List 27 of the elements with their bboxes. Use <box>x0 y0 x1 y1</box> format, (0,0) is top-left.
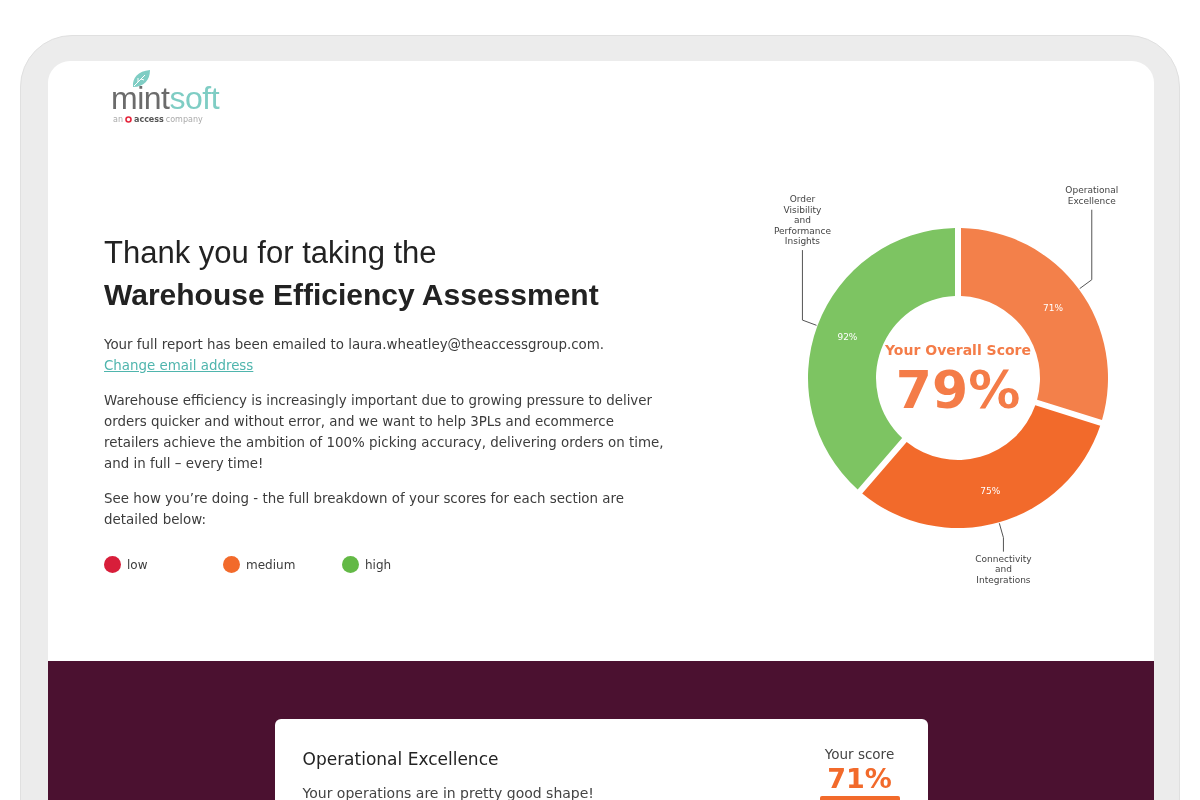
category-label: Connectivity and Integrations <box>975 553 1032 585</box>
tagline-text: company <box>165 115 203 124</box>
legend-label: low <box>127 557 148 572</box>
category-label: Order Visibility and Performance Insights <box>773 194 831 247</box>
email-notice: Your full report has been emailed to laura.wheatley@theaccessgroup.com. Change email address <box>104 336 606 375</box>
heading-title: Warehouse Efficiency Assessment <box>104 277 599 313</box>
leader-line <box>998 522 1004 553</box>
section-summary: Your operations are in pretty good shape! <box>302 784 594 800</box>
body-paragraph: Warehouse efficiency is increasingly important due to growing pressure to deliver orders quicker and without error, and we want to help 3PLs and ecommerce retailers achieve the ambition of 100% picking accuracy, delivering orders on time, and in full – every time! <box>104 392 664 473</box>
section-title: Operational Excellence <box>302 749 500 769</box>
tagline-text: an <box>113 115 123 124</box>
legend-label: medium <box>246 557 296 572</box>
legend-label: high <box>365 557 392 572</box>
slice-value-label: 92% <box>837 331 858 342</box>
body-paragraph: See how you’re doing - the full breakdown of your scores for each section are detailed below: <box>104 490 625 529</box>
heading-line: Thank you for taking the <box>104 234 437 272</box>
score-value: 71% <box>827 762 892 796</box>
change-email-link[interactable]: Change email address <box>104 358 254 373</box>
logo-wordmark: mintsoft <box>111 81 220 115</box>
category-label: Operational Excellence <box>1065 185 1119 206</box>
overall-score-value: 79% <box>895 360 1021 420</box>
score-label: Your score <box>824 746 895 762</box>
tagline-brand: access <box>134 115 164 124</box>
overall-score-label: Your Overall Score <box>885 342 1031 358</box>
ring-icon <box>125 116 132 123</box>
slice-value-label: 71% <box>1043 303 1064 314</box>
slice-value-label: 75% <box>980 486 1001 497</box>
